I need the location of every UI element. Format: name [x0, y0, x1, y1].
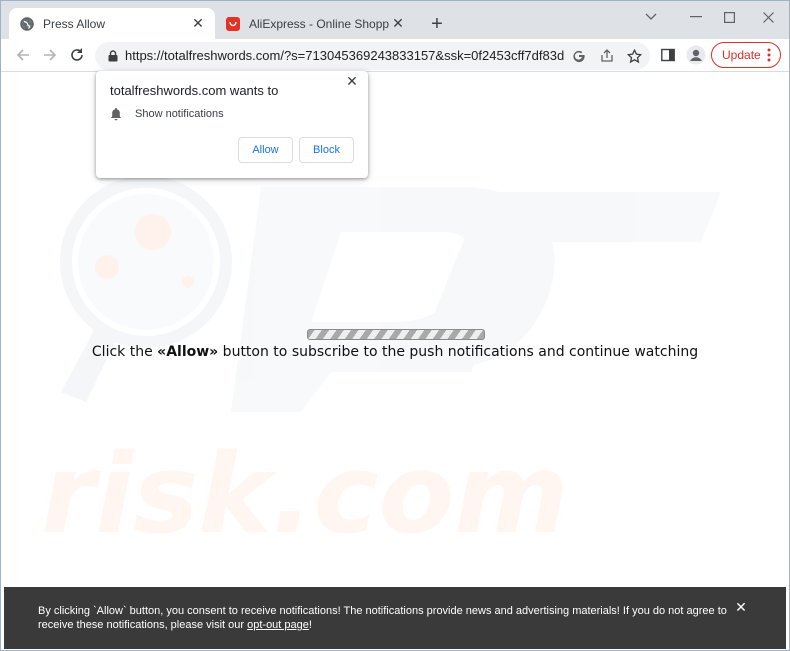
back-icon[interactable]	[11, 43, 35, 67]
tab-title: Press Allow	[43, 16, 106, 31]
more-menu-icon[interactable]	[767, 48, 771, 62]
update-label: Update	[722, 48, 761, 62]
bell-icon	[110, 107, 124, 121]
toolbar: https://totalfreshwords.com/?s=713045369…	[1, 39, 789, 72]
url-text[interactable]: https://totalfreshwords.com/?s=713045369…	[125, 48, 565, 63]
tab-aliexpress[interactable]: AliExpress - Online Shopping for ✕	[215, 8, 415, 39]
star-icon[interactable]	[625, 47, 643, 65]
close-window-icon[interactable]	[753, 7, 783, 27]
close-tab-icon[interactable]: ✕	[189, 15, 207, 33]
google-lens-icon[interactable]	[570, 47, 588, 65]
minimize-icon[interactable]	[681, 7, 711, 27]
subscribe-message: Click the «Allow» button to subscribe to…	[1, 344, 789, 360]
chevron-down-icon[interactable]	[636, 7, 666, 27]
tab-title: AliExpress - Online Shopping for	[249, 16, 389, 31]
side-panel-icon[interactable]	[657, 44, 679, 66]
lock-icon[interactable]	[105, 48, 121, 64]
consent-text-end: !	[308, 619, 312, 631]
block-button[interactable]: Block	[299, 137, 354, 163]
address-bar[interactable]: https://totalfreshwords.com/?s=713045369…	[95, 42, 650, 70]
new-tab-icon[interactable]: +	[425, 12, 449, 36]
consent-text: By clicking `Allow` button, you consent …	[38, 604, 728, 632]
browser-window: Press Allow ✕ AliExpress - Online Shoppi…	[0, 0, 790, 651]
allow-button[interactable]: Allow	[238, 137, 293, 163]
message-text-after: button to subscribe to the push notifica…	[218, 344, 699, 360]
loading-bar	[307, 329, 485, 340]
consent-bar: By clicking `Allow` button, you consent …	[4, 587, 786, 649]
notification-permission-prompt: totalfreshwords.com wants to ✕ Show noti…	[96, 71, 368, 178]
message-allow-emphasis: «Allow»	[157, 344, 219, 360]
maximize-icon[interactable]	[714, 7, 744, 27]
tab-press-allow[interactable]: Press Allow ✕	[9, 8, 215, 39]
message-text-before: Click the	[91, 344, 158, 360]
close-icon[interactable]: ✕	[344, 73, 360, 89]
close-tab-icon[interactable]: ✕	[389, 15, 407, 33]
svg-text:risk.com: risk.com	[41, 430, 569, 558]
opt-out-link[interactable]: opt-out page	[247, 619, 309, 631]
update-button[interactable]: Update	[711, 42, 781, 68]
tab-strip: Press Allow ✕ AliExpress - Online Shoppi…	[1, 1, 789, 39]
permission-description: Show notifications	[135, 108, 224, 120]
aliexpress-icon	[225, 16, 241, 32]
share-icon[interactable]	[598, 47, 616, 65]
consent-text-main: By clicking `Allow` button, you consent …	[38, 605, 727, 631]
reload-icon[interactable]	[65, 43, 89, 67]
close-icon[interactable]: ✕	[733, 599, 749, 615]
forward-icon[interactable]	[38, 43, 62, 67]
permission-prompt-title: totalfreshwords.com wants to	[110, 83, 279, 98]
profile-avatar-icon[interactable]	[685, 44, 707, 66]
globe-icon	[19, 16, 35, 32]
